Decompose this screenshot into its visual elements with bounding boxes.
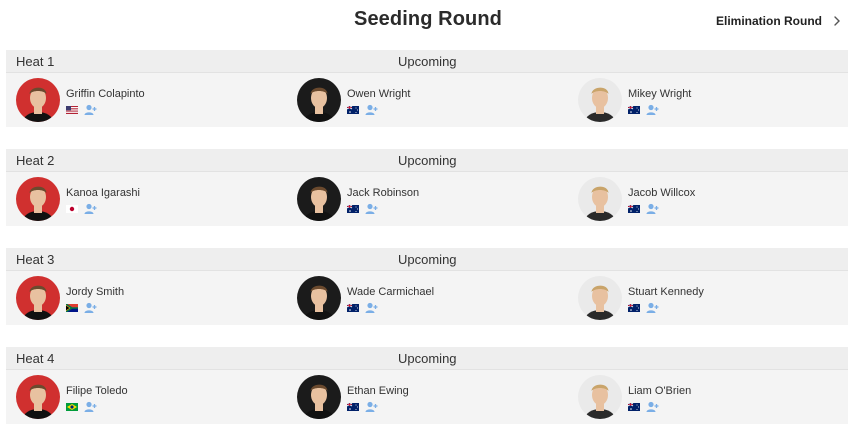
- surfer-name[interactable]: Filipe Toledo: [66, 385, 128, 397]
- flag-au-icon: [628, 304, 640, 312]
- surfer-meta: [347, 203, 378, 215]
- surfer-name[interactable]: Wade Carmichael: [347, 286, 434, 298]
- heat-card: Heat 4 Upcoming Filipe Toledo Ethan Ewin…: [6, 347, 848, 424]
- surfer-avatar[interactable]: [16, 276, 60, 320]
- add-favorite-icon[interactable]: [364, 203, 378, 215]
- surfer-meta: [347, 302, 378, 314]
- surfer-name[interactable]: Griffin Colapinto: [66, 88, 145, 100]
- surfer-name[interactable]: Jack Robinson: [347, 187, 419, 199]
- add-favorite-icon[interactable]: [364, 104, 378, 116]
- surfer-entry[interactable]: Mikey Wright: [578, 78, 838, 122]
- heat-name: Heat 4: [16, 351, 55, 366]
- flag-au-icon: [628, 403, 640, 411]
- surfer-meta: [347, 401, 378, 413]
- surfer-entry[interactable]: Jordy Smith: [16, 276, 276, 320]
- chevron-right-icon: [834, 16, 840, 26]
- surfer-avatar[interactable]: [578, 375, 622, 419]
- flag-au-icon: [347, 106, 359, 114]
- add-favorite-icon[interactable]: [83, 203, 97, 215]
- flag-br-icon: [66, 403, 78, 411]
- add-favorite-icon[interactable]: [645, 401, 659, 413]
- surfer-meta: [628, 104, 659, 116]
- surfer-name[interactable]: Ethan Ewing: [347, 385, 409, 397]
- flag-za-icon: [66, 304, 78, 312]
- heat-surfers: Jordy Smith Wade Carmichael Stuart Kenne…: [6, 271, 848, 325]
- elimination-round-link[interactable]: Elimination Round: [716, 14, 844, 28]
- flag-au-icon: [347, 304, 359, 312]
- surfer-name[interactable]: Jacob Willcox: [628, 187, 695, 199]
- add-favorite-icon[interactable]: [645, 203, 659, 215]
- surfer-meta: [66, 203, 97, 215]
- surfer-entry[interactable]: Jacob Willcox: [578, 177, 838, 221]
- surfer-entry[interactable]: Jack Robinson: [297, 177, 557, 221]
- surfer-avatar[interactable]: [16, 78, 60, 122]
- add-favorite-icon[interactable]: [83, 401, 97, 413]
- surfer-avatar[interactable]: [297, 375, 341, 419]
- surfer-entry[interactable]: Owen Wright: [297, 78, 557, 122]
- surfer-entry[interactable]: Ethan Ewing: [297, 375, 557, 419]
- surfer-entry[interactable]: Stuart Kennedy: [578, 276, 838, 320]
- surfer-entry[interactable]: Filipe Toledo: [16, 375, 276, 419]
- add-favorite-icon[interactable]: [83, 302, 97, 314]
- flag-jp-icon: [66, 205, 78, 213]
- surfer-name[interactable]: Liam O'Brien: [628, 385, 691, 397]
- surfer-name[interactable]: Owen Wright: [347, 88, 410, 100]
- surfer-avatar[interactable]: [297, 78, 341, 122]
- flag-au-icon: [628, 106, 640, 114]
- surfer-meta: [66, 104, 97, 116]
- surfer-avatar[interactable]: [297, 276, 341, 320]
- flag-au-icon: [347, 205, 359, 213]
- heat-name: Heat 1: [16, 54, 55, 69]
- heat-header: Heat 3 Upcoming: [6, 248, 848, 271]
- surfer-entry[interactable]: Griffin Colapinto: [16, 78, 276, 122]
- heat-surfers: Filipe Toledo Ethan Ewing Liam O'Brien: [6, 370, 848, 424]
- heat-surfers: Griffin Colapinto Owen Wright Mikey Wrig…: [6, 73, 848, 127]
- heat-status: Upcoming: [398, 153, 457, 168]
- heat-status: Upcoming: [398, 252, 457, 267]
- heat-name: Heat 2: [16, 153, 55, 168]
- heat-card: Heat 1 Upcoming Griffin Colapinto Owen W…: [6, 50, 848, 127]
- surfer-avatar[interactable]: [16, 375, 60, 419]
- surfer-avatar[interactable]: [578, 276, 622, 320]
- surfer-meta: [66, 401, 97, 413]
- flag-us-icon: [66, 106, 78, 114]
- heat-name: Heat 3: [16, 252, 55, 267]
- surfer-name[interactable]: Kanoa Igarashi: [66, 187, 140, 199]
- heat-card: Heat 2 Upcoming Kanoa Igarashi Jack Robi…: [6, 149, 848, 226]
- add-favorite-icon[interactable]: [364, 302, 378, 314]
- add-favorite-icon[interactable]: [645, 302, 659, 314]
- add-favorite-icon[interactable]: [83, 104, 97, 116]
- surfer-avatar[interactable]: [578, 78, 622, 122]
- surfer-entry[interactable]: Kanoa Igarashi: [16, 177, 276, 221]
- surfer-avatar[interactable]: [578, 177, 622, 221]
- add-favorite-icon[interactable]: [364, 401, 378, 413]
- surfer-name[interactable]: Jordy Smith: [66, 286, 124, 298]
- surfer-meta: [628, 203, 659, 215]
- heat-header: Heat 1 Upcoming: [6, 50, 848, 73]
- heat-card: Heat 3 Upcoming Jordy Smith Wade Carmich…: [6, 248, 848, 325]
- elimination-round-label: Elimination Round: [716, 14, 822, 28]
- surfer-meta: [66, 302, 97, 314]
- flag-au-icon: [628, 205, 640, 213]
- surfer-meta: [628, 401, 659, 413]
- surfer-entry[interactable]: Wade Carmichael: [297, 276, 557, 320]
- heat-status: Upcoming: [398, 351, 457, 366]
- surfer-entry[interactable]: Liam O'Brien: [578, 375, 838, 419]
- heat-status: Upcoming: [398, 54, 457, 69]
- surfer-avatar[interactable]: [16, 177, 60, 221]
- surfer-avatar[interactable]: [297, 177, 341, 221]
- add-favorite-icon[interactable]: [645, 104, 659, 116]
- surfer-name[interactable]: Mikey Wright: [628, 88, 691, 100]
- flag-au-icon: [347, 403, 359, 411]
- surfer-name[interactable]: Stuart Kennedy: [628, 286, 704, 298]
- heat-surfers: Kanoa Igarashi Jack Robinson Jacob Willc…: [6, 172, 848, 226]
- heat-header: Heat 4 Upcoming: [6, 347, 848, 370]
- surfer-meta: [347, 104, 378, 116]
- surfer-meta: [628, 302, 659, 314]
- heat-header: Heat 2 Upcoming: [6, 149, 848, 172]
